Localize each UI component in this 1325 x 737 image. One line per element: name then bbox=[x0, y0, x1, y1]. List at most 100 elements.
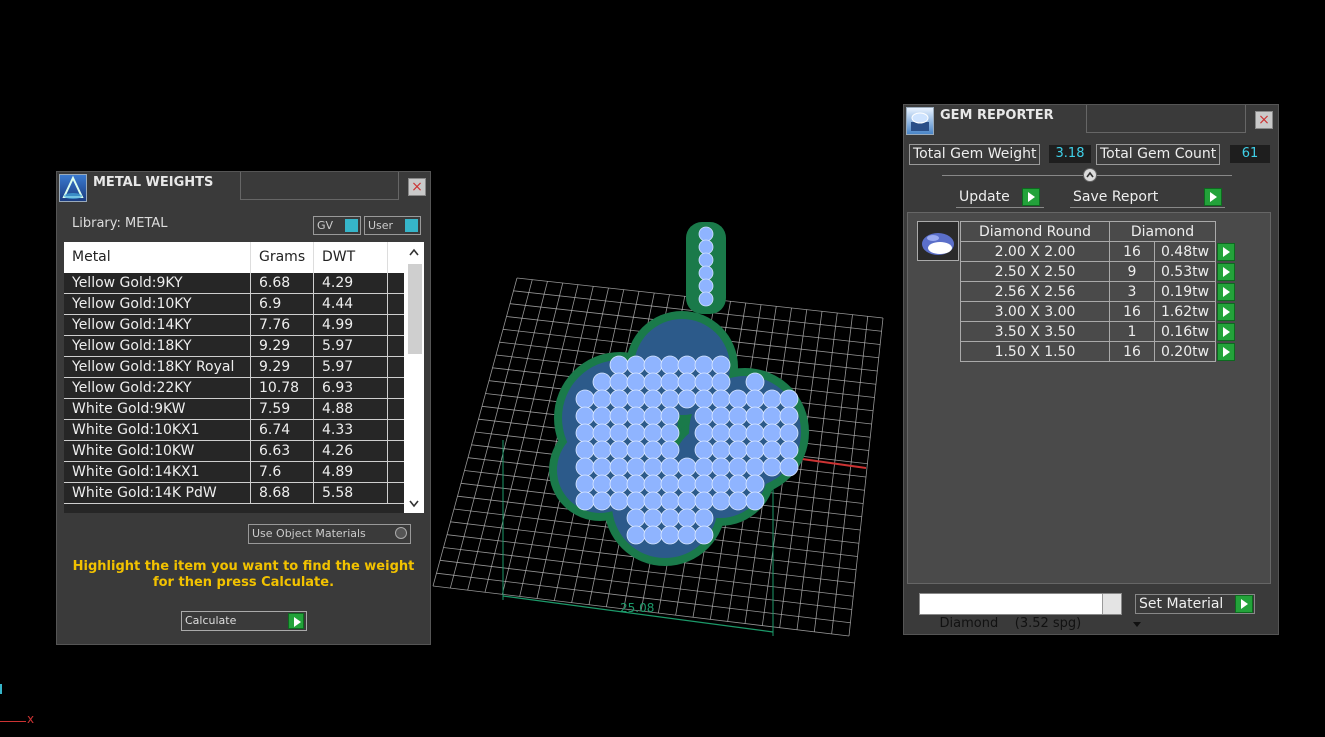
table-row[interactable]: White Gold:14K PdW 8.68 5.58 bbox=[64, 483, 424, 504]
select-gem-play-icon[interactable] bbox=[1217, 282, 1235, 301]
grid-line bbox=[484, 282, 564, 593]
metal-weights-close-button[interactable]: × bbox=[408, 178, 426, 196]
user-toggle-switch[interactable] bbox=[405, 219, 418, 232]
metal-weights-title: METAL WEIGHTS bbox=[93, 175, 214, 190]
pendant-metal-lobe bbox=[626, 311, 738, 423]
table-row[interactable]: White Gold:10KW 6.63 4.26 bbox=[64, 441, 424, 462]
table-row[interactable]: Yellow Gold:22KY 10.78 6.93 bbox=[64, 378, 424, 399]
table-row[interactable]: Yellow Gold:18KY 9.29 5.97 bbox=[64, 336, 424, 357]
pendant-gem bbox=[643, 457, 663, 477]
gem-row[interactable]: 3.00 X 3.00 16 1.62tw bbox=[960, 301, 1237, 322]
grid-line bbox=[481, 405, 869, 451]
select-gem-play-icon[interactable] bbox=[1217, 242, 1235, 261]
gem-table-body: Diamond Round Diamond 2.00 X 2.00 16 0.48t… bbox=[960, 221, 1237, 362]
scroll-thumb[interactable] bbox=[408, 264, 422, 354]
select-gem-play-icon[interactable] bbox=[1217, 322, 1235, 341]
grid-line bbox=[457, 495, 859, 544]
gem-reporter-close-button[interactable]: × bbox=[1255, 111, 1273, 129]
pendant-gem bbox=[677, 389, 697, 409]
column-header-dwt[interactable]: DWT bbox=[314, 242, 388, 273]
gem-row[interactable]: 2.56 X 2.56 3 0.19tw bbox=[960, 281, 1237, 302]
gem-report-area: Diamond Round Diamond 2.00 X 2.00 16 0.48t… bbox=[907, 212, 1271, 584]
pendant-gem bbox=[626, 491, 646, 511]
update-button[interactable]: Update bbox=[956, 187, 1044, 208]
save-report-button[interactable]: Save Report bbox=[1070, 187, 1225, 208]
pendant-gem bbox=[643, 372, 663, 392]
bail-gem bbox=[698, 239, 714, 255]
pendant-gem bbox=[626, 525, 646, 545]
pendant-setting bbox=[612, 452, 718, 558]
cell-size: 3.50 X 3.50 bbox=[960, 321, 1110, 342]
gem-reporter-titlebar[interactable]: GEM REPORTER × bbox=[904, 105, 1278, 137]
column-header-grams[interactable]: Grams bbox=[251, 242, 314, 273]
row-action-cell bbox=[1216, 262, 1237, 282]
grid-line bbox=[519, 286, 594, 597]
scroll-down-icon[interactable] bbox=[408, 498, 420, 513]
select-gem-play-icon[interactable] bbox=[1217, 262, 1235, 281]
collapse-toggle-icon[interactable] bbox=[1083, 168, 1097, 182]
pendant-gem bbox=[592, 406, 612, 426]
column-header-metal[interactable]: Metal bbox=[64, 242, 251, 273]
cell-dwt: 4.99 bbox=[314, 315, 388, 335]
title-tab-divider bbox=[1086, 105, 1246, 133]
calculate-button[interactable]: Calculate bbox=[181, 611, 307, 631]
pendant-gem bbox=[762, 406, 782, 426]
gv-toggle[interactable]: GV bbox=[313, 216, 361, 235]
metal-table-header: Metal Grams DWT bbox=[64, 242, 424, 273]
gem-row[interactable]: 1.50 X 1.50 16 0.20tw bbox=[960, 341, 1237, 362]
grid-line bbox=[513, 290, 882, 332]
save-report-play-icon[interactable] bbox=[1204, 188, 1222, 206]
gem-row[interactable]: 2.50 X 2.50 9 0.53tw bbox=[960, 261, 1237, 282]
update-play-icon[interactable] bbox=[1022, 188, 1040, 206]
grid-line bbox=[727, 306, 777, 622]
pendant-gem bbox=[643, 508, 663, 528]
pendant-setting bbox=[634, 319, 730, 415]
use-object-materials-toggle[interactable]: Use Object Materials bbox=[248, 524, 411, 544]
pendant-gem bbox=[677, 457, 697, 477]
select-gem-play-icon[interactable] bbox=[1217, 302, 1235, 321]
diamond-round-icon bbox=[917, 221, 959, 261]
set-material-button[interactable]: Set Material bbox=[1135, 594, 1255, 614]
grid-line bbox=[432, 585, 850, 637]
gem-row[interactable]: 2.00 X 2.00 16 0.48tw bbox=[960, 241, 1237, 262]
grid-line bbox=[605, 294, 670, 607]
hint-text: Highlight the item you want to find the … bbox=[57, 559, 430, 591]
set-material-play-icon[interactable] bbox=[1235, 595, 1253, 613]
select-gem-play-icon[interactable] bbox=[1217, 342, 1236, 361]
pendant-gem bbox=[643, 389, 663, 409]
cell-grams: 6.68 bbox=[251, 273, 314, 293]
pendant-gem bbox=[694, 423, 714, 443]
user-toggle[interactable]: User bbox=[364, 216, 421, 235]
pendant-setting bbox=[562, 360, 678, 476]
metal-table[interactable]: Metal Grams DWT Yellow Gold:9KY 6.68 4.29 Y… bbox=[64, 242, 424, 513]
bail-metal bbox=[686, 222, 726, 314]
metal-table-scrollbar[interactable] bbox=[404, 242, 424, 513]
pendant-gem bbox=[677, 372, 697, 392]
calculate-play-icon[interactable] bbox=[288, 613, 304, 629]
gem-row[interactable]: 3.50 X 3.50 1 0.16tw bbox=[960, 321, 1237, 342]
radio-icon[interactable] bbox=[395, 527, 407, 539]
pendant-gem bbox=[575, 474, 595, 494]
table-row[interactable]: White Gold:10KX1 6.74 4.33 bbox=[64, 420, 424, 441]
table-row[interactable]: Yellow Gold:9KY 6.68 4.29 bbox=[64, 273, 424, 294]
table-row[interactable]: White Gold:9KW 7.59 4.88 bbox=[64, 399, 424, 420]
pendant-gem bbox=[677, 508, 697, 528]
pendant-gem bbox=[643, 406, 663, 426]
cell-size: 2.50 X 2.50 bbox=[960, 261, 1110, 282]
cell-metal: White Gold:10KX1 bbox=[64, 420, 251, 440]
scroll-up-icon[interactable] bbox=[408, 246, 420, 261]
metal-weights-titlebar[interactable]: METAL WEIGHTS × bbox=[57, 172, 430, 204]
table-row[interactable]: Yellow Gold:18KY Royal 9.29 5.97 bbox=[64, 357, 424, 378]
header-diamond: Diamond bbox=[1109, 221, 1216, 242]
table-row[interactable]: Yellow Gold:14KY 7.76 4.99 bbox=[64, 315, 424, 336]
table-row[interactable]: Yellow Gold:10KY 6.9 4.44 bbox=[64, 294, 424, 315]
pendant-gem bbox=[728, 389, 748, 409]
table-row[interactable]: White Gold:14KX1 7.6 4.89 bbox=[64, 462, 424, 483]
gem-table[interactable]: Diamond Round Diamond 2.00 X 2.00 16 0.48t… bbox=[960, 221, 1237, 362]
pendant-gem bbox=[745, 423, 765, 443]
header-diamond-round: Diamond Round bbox=[960, 221, 1110, 242]
gv-toggle-switch[interactable] bbox=[345, 219, 358, 232]
grid-line bbox=[499, 341, 876, 385]
material-select[interactable]: Diamond (3.52 spg) bbox=[919, 593, 1141, 631]
chevron-down-icon[interactable] bbox=[1102, 594, 1141, 627]
